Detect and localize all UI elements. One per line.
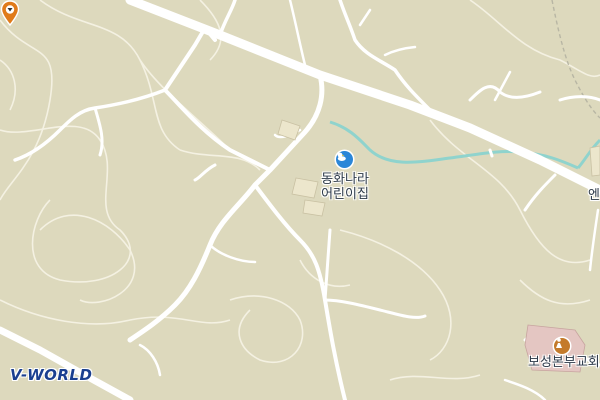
duck-glyph (337, 152, 346, 161)
church-label[interactable]: 보성본부교회 (528, 355, 600, 370)
daycare-label-line2: 어린이집 (321, 187, 369, 202)
daycare-label[interactable]: 동화나라 어린이집 (305, 172, 385, 202)
person-glyph (556, 338, 562, 348)
edge-place-label[interactable]: 엔 (588, 188, 600, 203)
road-network (0, 0, 600, 400)
map-layer (0, 0, 600, 400)
daycare-icon[interactable] (336, 151, 353, 168)
daycare-label-line1: 동화나라 (321, 172, 369, 187)
location-pin-icon[interactable] (0, 0, 20, 26)
vworld-logo: V-WORLD (10, 366, 93, 384)
edge-building (589, 145, 600, 177)
map-canvas[interactable]: 동화나라 어린이집 보성본부교회 엔 V-WORLD (0, 0, 600, 400)
church-icon[interactable] (554, 338, 570, 354)
